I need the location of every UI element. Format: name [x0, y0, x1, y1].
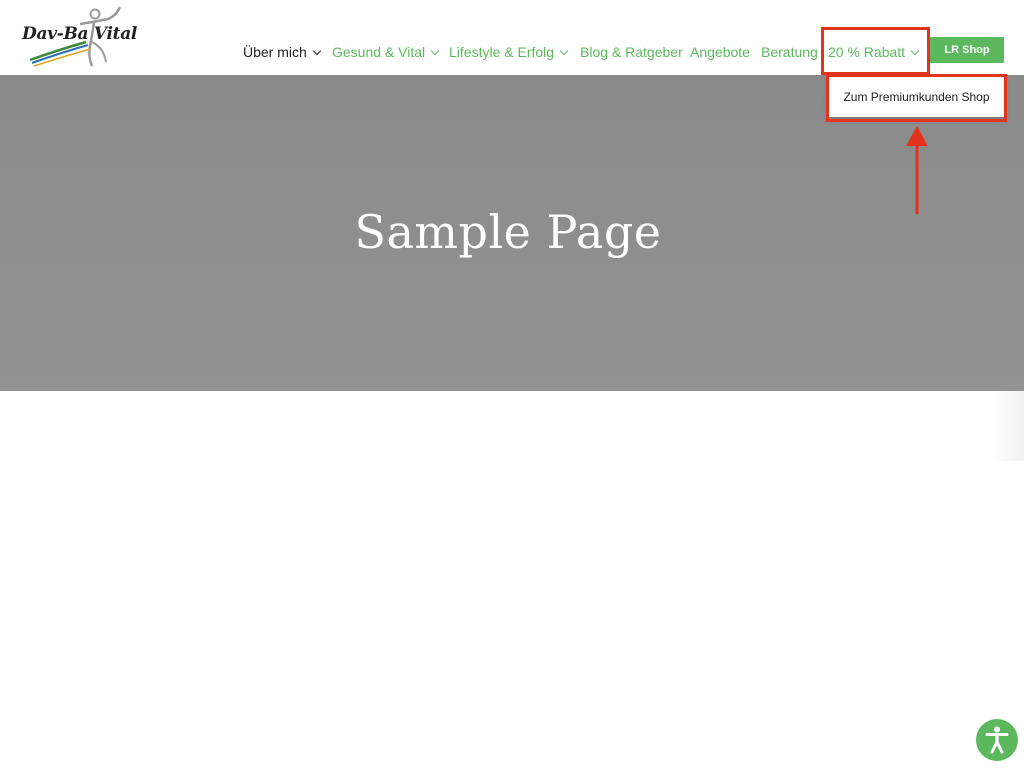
- hero-banner: Sample Page: [0, 75, 1024, 391]
- nav-item-label: Blog & Ratgeber: [580, 44, 683, 60]
- accessibility-button[interactable]: [976, 719, 1018, 761]
- nav-item-gesund-vital[interactable]: Gesund & Vital: [332, 43, 440, 61]
- annotation-highlight-rabatt: [821, 27, 930, 75]
- nav-item-label: Lifestyle & Erfolg: [449, 44, 555, 60]
- chevron-down-icon: [430, 46, 440, 56]
- annotation-highlight-dropdown: [826, 74, 1007, 122]
- nav-item-angebote[interactable]: Angebote: [690, 43, 750, 61]
- scroll-shadow: [990, 391, 1024, 461]
- arrow-up-icon: [906, 126, 928, 214]
- nav-item-ueber-mich[interactable]: Über mich: [243, 43, 322, 61]
- nav-item-blog-ratgeber[interactable]: Blog & Ratgeber: [580, 43, 683, 61]
- nav-item-label: Angebote: [690, 44, 750, 60]
- nav-item-label: Gesund & Vital: [332, 44, 426, 60]
- chevron-down-icon: [312, 46, 322, 56]
- page-title: Sample Page: [354, 205, 662, 259]
- nav-item-beratung[interactable]: Beratung: [761, 43, 818, 61]
- nav-item-lifestyle-erfolg[interactable]: Lifestyle & Erfolg: [449, 43, 569, 61]
- accessibility-icon: [985, 726, 1009, 754]
- chevron-down-icon: [559, 46, 569, 56]
- nav-item-label: Beratung: [761, 44, 818, 60]
- lr-shop-button[interactable]: LR Shop: [930, 37, 1004, 63]
- nav-item-label: Über mich: [243, 44, 307, 60]
